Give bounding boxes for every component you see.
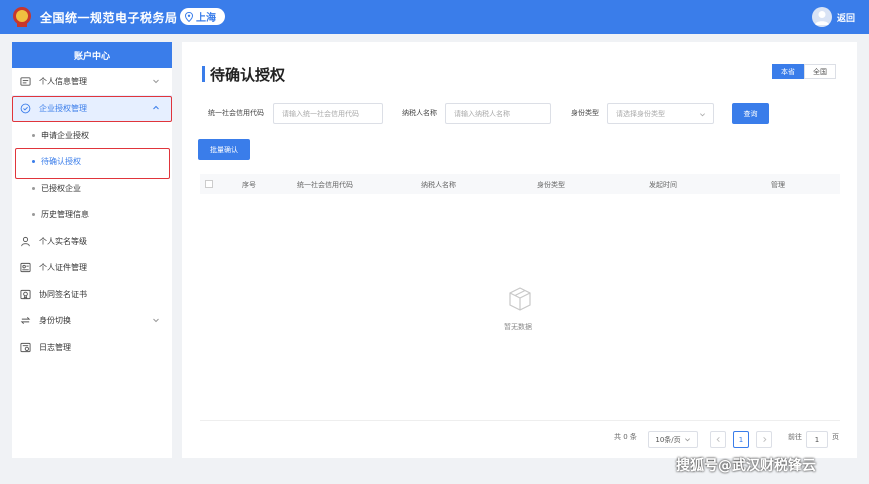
sidebar-item-label: 身份切换 [39, 315, 71, 325]
user-avatar-icon [815, 11, 829, 25]
certificate-icon [20, 262, 31, 272]
page-size-value: 10条/页 [655, 435, 681, 444]
sidebar-title: 账户中心 [12, 42, 172, 68]
empty-state-text: 暂无数据 [504, 323, 532, 331]
chevron-down-icon [153, 318, 159, 323]
column-header-index: 序号 [242, 181, 256, 189]
column-header-time: 发起时间 [649, 181, 677, 189]
chevron-right-icon [762, 437, 766, 442]
id-card-icon [20, 76, 31, 86]
app-title: 全国统一规范电子税务局 [40, 11, 178, 25]
top-header: 全国统一规范电子税务局 上海 返回 [0, 0, 869, 34]
sidebar-item-logs[interactable]: 日志管理 [12, 334, 172, 360]
sidebar-subitem-label: 历史管理信息 [41, 209, 89, 219]
prev-page-button[interactable] [710, 431, 726, 448]
batch-confirm-button[interactable]: 批量确认 [198, 139, 250, 160]
bullet-dot [32, 212, 35, 216]
taxpayer-name-label: 纳税人名称 [402, 109, 437, 117]
sidebar-item-identity-switch[interactable]: 身份切换 [12, 307, 172, 333]
page-number-current[interactable]: 1 [733, 431, 749, 448]
goto-label: 前往 [788, 433, 802, 441]
sidebar-subitem-apply-auth[interactable]: 申请企业授权 [12, 122, 172, 148]
bullet-dot [32, 159, 35, 163]
table-header: 序号 统一社会信用代码 纳税人名称 身份类型 发起时间 管理 [200, 174, 840, 194]
chevron-down-icon [153, 79, 159, 84]
scope-national-button[interactable]: 全国 [804, 64, 836, 79]
title-accent-bar [202, 66, 205, 82]
scope-toggle: 本省 全国 [772, 64, 836, 79]
sidebar-item-enterprise-auth[interactable]: 企业授权管理 [12, 95, 172, 121]
bullet-dot [32, 186, 35, 190]
page-size-select[interactable]: 10条/页 [648, 431, 698, 448]
sidebar-item-label: 个人实名等级 [39, 236, 87, 246]
sidebar-subitem-pending-auth[interactable]: 待确认授权 [12, 148, 172, 174]
sidebar-item-label: 企业授权管理 [39, 103, 87, 113]
user-icon [21, 236, 30, 246]
switch-icon [20, 316, 31, 324]
region-selector[interactable]: 上海 [180, 8, 225, 25]
query-button[interactable]: 查询 [732, 103, 769, 124]
footer-divider [200, 420, 840, 421]
sidebar-subitem-label: 待确认授权 [41, 156, 81, 166]
pagination-total: 共 0 条 [614, 433, 637, 441]
signature-icon [20, 289, 31, 299]
column-header-credit-code: 统一社会信用代码 [297, 181, 353, 189]
region-label: 上海 [196, 13, 216, 24]
main-panel: 待确认授权 本省 全国 统一社会信用代码 请输入统一社会信用代码 纳税人名称 请… [182, 42, 857, 458]
sidebar-subitem-history[interactable]: 历史管理信息 [12, 201, 172, 227]
back-link[interactable]: 返回 [837, 11, 855, 24]
sidebar-subitem-label: 已授权企业 [41, 183, 81, 193]
sidebar-item-label: 日志管理 [39, 342, 71, 352]
sidebar: 账户中心 个人信息管理 企业授权管理 申请企业授权 待确认授权 已授权企业 历史… [12, 42, 172, 458]
sidebar-item-cosign-cert[interactable]: 协同签名证书 [12, 281, 172, 307]
chevron-down-icon [684, 438, 690, 442]
sidebar-item-personal-info[interactable]: 个人信息管理 [12, 68, 172, 94]
column-header-taxpayer: 纳税人名称 [421, 181, 456, 189]
empty-box-icon [509, 287, 531, 311]
identity-type-placeholder: 请选择身份类型 [616, 109, 665, 118]
identity-type-select[interactable]: 请选择身份类型 [607, 103, 714, 124]
user-avatar[interactable] [812, 7, 832, 27]
sidebar-item-label: 协同签名证书 [39, 289, 87, 299]
watermark: 搜狐号@武汉财税锋云 [676, 458, 816, 474]
bullet-dot [32, 133, 35, 137]
tax-emblem-icon [13, 7, 31, 27]
log-icon [20, 342, 31, 352]
credit-code-input[interactable]: 请输入统一社会信用代码 [273, 103, 383, 124]
next-page-button[interactable] [756, 431, 772, 448]
sidebar-item-label: 个人证件管理 [39, 262, 87, 272]
sidebar-subitem-label: 申请企业授权 [41, 130, 89, 140]
column-header-identity: 身份类型 [537, 181, 565, 189]
sidebar-subitem-authorized[interactable]: 已授权企业 [12, 175, 172, 201]
sidebar-item-id-documents[interactable]: 个人证件管理 [12, 254, 172, 280]
goto-page-input[interactable]: 1 [806, 431, 828, 448]
location-pin-icon [184, 11, 194, 22]
chevron-down-icon [700, 113, 705, 117]
chevron-left-icon [716, 437, 720, 442]
select-all-checkbox[interactable] [205, 180, 213, 188]
sidebar-item-label: 个人信息管理 [39, 76, 87, 86]
sidebar-item-realname-level[interactable]: 个人实名等级 [12, 228, 172, 254]
page-title: 待确认授权 [210, 66, 286, 84]
chevron-up-icon [153, 105, 159, 110]
taxpayer-name-input[interactable]: 请输入纳税人名称 [445, 103, 551, 124]
shield-check-icon [20, 103, 31, 113]
identity-type-label: 身份类型 [571, 109, 599, 117]
scope-local-button[interactable]: 本省 [772, 64, 804, 79]
page-unit-label: 页 [832, 433, 839, 441]
credit-code-label: 统一社会信用代码 [208, 109, 264, 117]
column-header-manage: 管理 [771, 181, 785, 189]
